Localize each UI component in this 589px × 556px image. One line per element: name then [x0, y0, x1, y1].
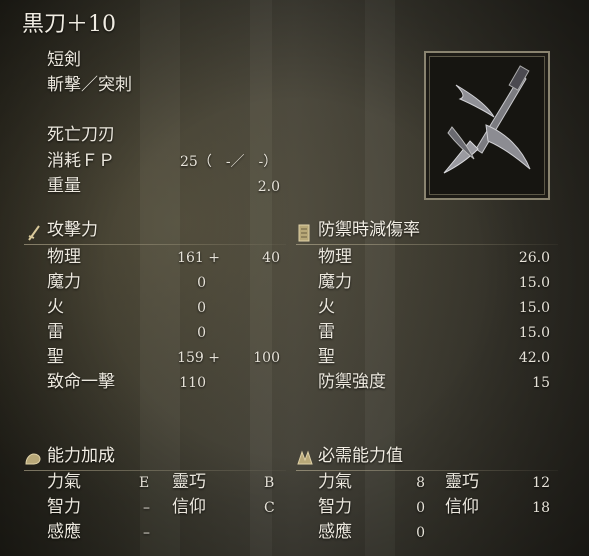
requirement-label: 信仰: [445, 497, 479, 517]
scaling-grade: –: [143, 525, 150, 541]
guard-divider: [296, 244, 558, 245]
attack-base: 110: [179, 375, 206, 391]
attack-base: 0: [197, 275, 206, 291]
black-knife-icon: [443, 65, 531, 174]
guard-value: 15: [532, 375, 550, 391]
requirement-label: 智力: [318, 497, 352, 517]
guard-label: 魔力: [318, 272, 352, 292]
scaling-attr-label: 力氣: [47, 472, 81, 492]
attack-section-title: 攻擊力: [47, 220, 98, 240]
attack-label: 魔力: [47, 272, 81, 292]
item-type: 短剣: [47, 50, 81, 70]
attack-bonus: 100: [253, 350, 280, 366]
requirement-value: 8: [416, 475, 425, 491]
weight-label: 重量: [47, 176, 81, 196]
arm-icon: [25, 453, 41, 465]
guard-value: 15.0: [518, 325, 550, 341]
scaling-attr-label: 靈巧: [172, 472, 206, 492]
scaling-grade: B: [264, 475, 275, 491]
shield-icon: [298, 224, 310, 242]
requirement-value: 0: [416, 525, 425, 541]
guard-value: 15.0: [518, 300, 550, 316]
weapon-image-frame: [424, 51, 550, 200]
skill-name: 死亡刀刃: [47, 125, 115, 145]
fp-cost-label: 消耗ＦＰ: [47, 151, 115, 171]
requirement-label: 感應: [318, 522, 352, 542]
attack-label: 物理: [47, 247, 81, 267]
attack-bonus: 40: [262, 250, 280, 266]
weight-value: 2.0: [257, 179, 280, 195]
guard-section-title: 防禦時減傷率: [318, 220, 420, 240]
requirement-label: 力氣: [318, 472, 352, 492]
guard-label: 防禦強度: [318, 372, 386, 392]
guard-value: 15.0: [518, 275, 550, 291]
requirement-label: 靈巧: [445, 472, 479, 492]
scaling-grade: E: [139, 475, 150, 491]
scaling-grade: –: [143, 500, 150, 516]
scaling-attr-label: 智力: [47, 497, 81, 517]
requirements-divider: [296, 470, 558, 471]
guard-label: 雷: [318, 322, 335, 342]
attack-label: 聖: [47, 347, 64, 367]
requirement-value: 0: [416, 500, 425, 516]
scaling-grade: C: [264, 500, 275, 516]
sword-icon: [28, 225, 40, 241]
attack-label: 火: [47, 297, 64, 317]
attack-divider: [24, 244, 286, 245]
attack-label: 致命一擊: [47, 372, 115, 392]
attack-type: 斬撃／突刺: [47, 75, 132, 95]
attack-base: 161 +: [177, 250, 220, 266]
item-name: 黒刀＋10: [22, 12, 116, 37]
guard-label: 物理: [318, 247, 352, 267]
scaling-attr-label: 感應: [47, 522, 81, 542]
scaling-attr-label: 信仰: [172, 497, 206, 517]
attack-base: 159 +: [177, 350, 220, 366]
hands-icon: [297, 450, 313, 465]
attack-label: 雷: [47, 322, 64, 342]
attack-base: 0: [197, 300, 206, 316]
guard-value: 26.0: [518, 250, 550, 266]
guard-value: 42.0: [518, 350, 550, 366]
guard-label: 聖: [318, 347, 335, 367]
fp-cost-value: 25（ -／ -）: [180, 154, 278, 170]
scaling-divider: [24, 470, 286, 471]
guard-label: 火: [318, 297, 335, 317]
requirement-value: 12: [532, 475, 550, 491]
requirement-value: 18: [532, 500, 550, 516]
attack-base: 0: [197, 325, 206, 341]
scaling-section-title: 能力加成: [47, 446, 115, 466]
requirements-section-title: 必需能力值: [318, 446, 403, 466]
